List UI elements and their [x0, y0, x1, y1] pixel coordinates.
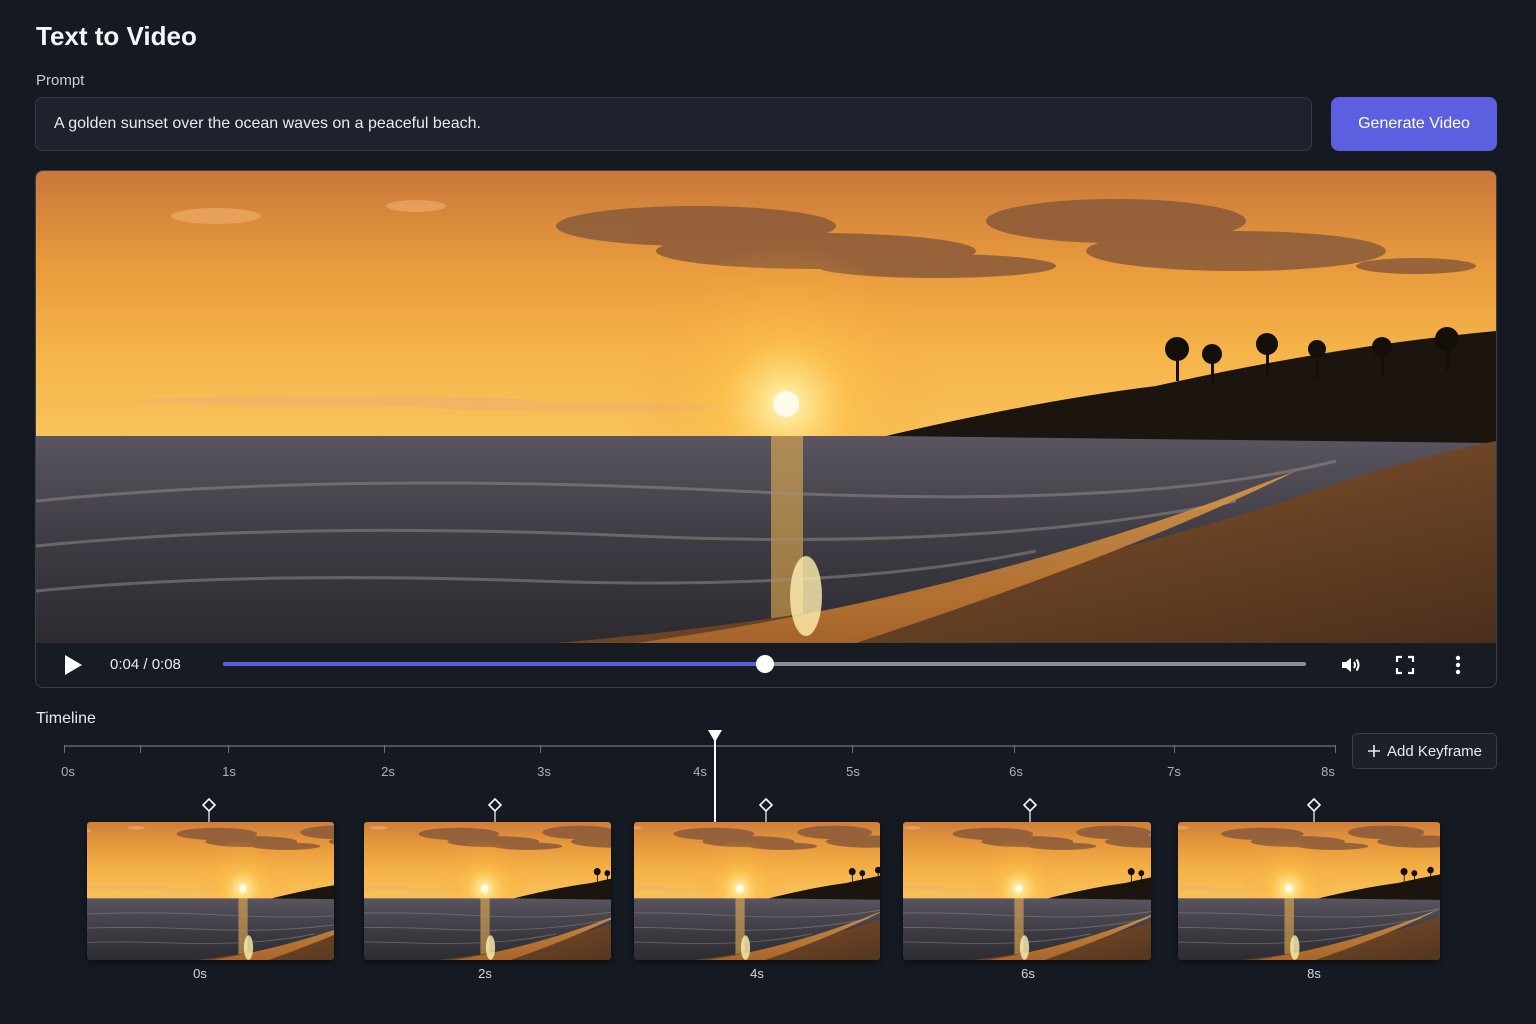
keyframe-thumbnail[interactable]	[364, 822, 611, 960]
progress-fill	[223, 662, 765, 666]
timeline-label: Timeline	[36, 710, 96, 727]
ruler-tick	[540, 745, 541, 753]
progress-slider[interactable]	[223, 655, 1306, 673]
tick-label-8s: 8s	[1321, 764, 1335, 779]
ruler-tick	[1014, 745, 1015, 753]
ruler-tick	[852, 745, 853, 753]
tick-label-2s: 2s	[381, 764, 395, 779]
ruler-tick	[64, 745, 65, 753]
tick-label-1s: 1s	[222, 764, 236, 779]
video-controls-bar: 0:04 / 0:08	[36, 643, 1496, 687]
keyframe-marker[interactable]	[1023, 798, 1037, 822]
timeline-ruler[interactable]: 0s 1s 2s 3s 4s 5s 6s 7s 8s	[0, 728, 1536, 788]
tick-label-3s: 3s	[537, 764, 551, 779]
video-player[interactable]: 0:04 / 0:08	[35, 170, 1497, 688]
ruler-tick	[140, 745, 141, 753]
play-icon[interactable]	[60, 653, 84, 677]
tick-label-7s: 7s	[1167, 764, 1181, 779]
time-display: 0:04 / 0:08	[110, 656, 181, 673]
keyframe-thumbnail[interactable]	[87, 822, 334, 960]
playhead-line	[714, 738, 716, 824]
ruler-tick	[384, 745, 385, 753]
keyframe-marker[interactable]	[488, 798, 502, 822]
generate-video-button[interactable]: Generate Video	[1331, 97, 1497, 151]
volume-icon[interactable]	[1339, 653, 1363, 677]
thumbnail-label-6s: 6s	[1021, 966, 1035, 981]
keyframe-marker[interactable]	[202, 798, 216, 822]
plus-icon	[1367, 745, 1380, 757]
progress-thumb[interactable]	[755, 655, 774, 673]
playhead-handle[interactable]	[707, 729, 723, 743]
keyframe-marker[interactable]	[759, 798, 773, 822]
tick-label-4s: 4s	[693, 764, 707, 779]
keyframe-thumbnail[interactable]	[903, 822, 1151, 960]
ruler-tick	[1335, 745, 1336, 753]
keyframe-marker[interactable]	[1307, 798, 1321, 822]
tick-label-5s: 5s	[846, 764, 860, 779]
fullscreen-icon[interactable]	[1393, 653, 1417, 677]
thumbnail-label-0s: 0s	[193, 966, 207, 981]
ruler-line	[64, 745, 1336, 747]
thumbnail-label-8s: 8s	[1307, 966, 1321, 981]
prompt-input[interactable]	[35, 97, 1312, 151]
tick-label-6s: 6s	[1009, 764, 1023, 779]
keyframe-thumbnail[interactable]	[634, 822, 880, 960]
add-keyframe-label: Add Keyframe	[1386, 742, 1483, 760]
more-vertical-icon[interactable]	[1446, 653, 1470, 677]
thumbnail-label-2s: 2s	[478, 966, 492, 981]
video-frame[interactable]	[36, 171, 1496, 643]
ruler-tick	[228, 745, 229, 753]
thumbnail-label-4s: 4s	[750, 966, 764, 981]
add-keyframe-button[interactable]: Add Keyframe	[1352, 733, 1497, 769]
prompt-label: Prompt	[36, 72, 85, 89]
ruler-tick	[1174, 745, 1175, 753]
tick-label-0s: 0s	[61, 764, 75, 779]
page-title: Text to Video	[36, 21, 197, 51]
keyframe-thumbnail[interactable]	[1178, 822, 1440, 960]
